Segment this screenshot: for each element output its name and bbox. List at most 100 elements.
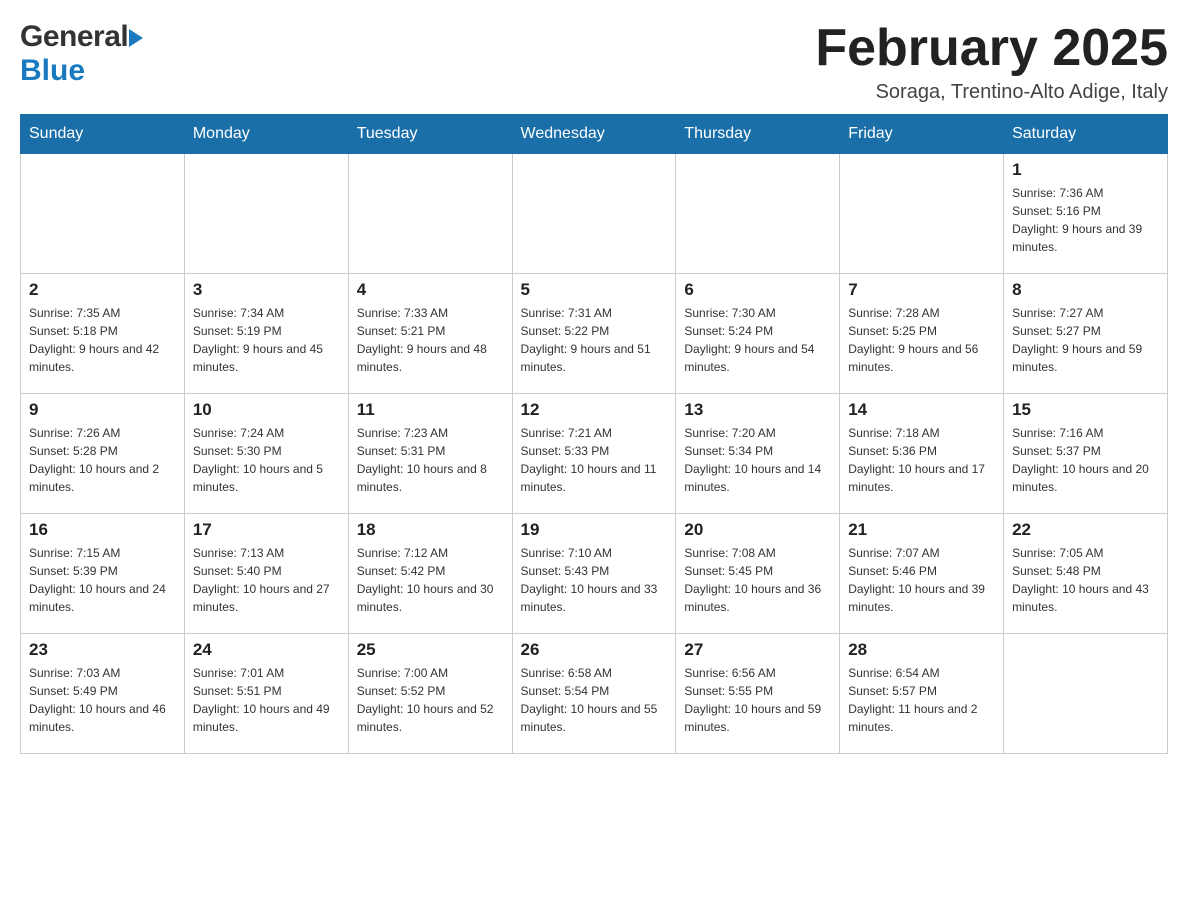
calendar-cell: 22Sunrise: 7:05 AMSunset: 5:48 PMDayligh… bbox=[1004, 514, 1168, 634]
week-row-2: 2 Sunrise: 7:35 AMSunset: 5:18 PMDaylight… bbox=[21, 274, 1168, 394]
calendar-table: SundayMondayTuesdayWednesdayThursdayFrid… bbox=[20, 114, 1168, 754]
day-number: 26 bbox=[521, 640, 668, 660]
calendar-cell: 25 Sunrise: 7:00 AMSunset: 5:52 PMDayligh… bbox=[348, 634, 512, 754]
calendar-cell: 4 Sunrise: 7:33 AMSunset: 5:21 PMDaylight… bbox=[348, 274, 512, 394]
day-info: Sunrise: 7:18 AMSunset: 5:36 PMDaylight:… bbox=[848, 424, 995, 496]
day-info: Sunrise: 7:35 AMSunset: 5:18 PMDaylight:… bbox=[29, 304, 176, 376]
week-row-4: 16 Sunrise: 7:15 AMSunset: 5:39 PMDayligh… bbox=[21, 514, 1168, 634]
day-info: Sunrise: 6:54 AMSunset: 5:57 PMDaylight:… bbox=[848, 664, 995, 736]
day-number: 19 bbox=[521, 520, 668, 540]
calendar-cell: 8 Sunrise: 7:27 AMSunset: 5:27 PMDaylight… bbox=[1004, 274, 1168, 394]
calendar-cell bbox=[676, 154, 840, 274]
day-number: 4 bbox=[357, 280, 504, 300]
calendar-cell bbox=[21, 154, 185, 274]
day-info: Sunrise: 7:33 AMSunset: 5:21 PMDaylight:… bbox=[357, 304, 504, 376]
calendar-cell: 1 Sunrise: 7:36 AMSunset: 5:16 PMDaylight… bbox=[1004, 154, 1168, 274]
calendar-cell: 2 Sunrise: 7:35 AMSunset: 5:18 PMDaylight… bbox=[21, 274, 185, 394]
weekday-header-tuesday: Tuesday bbox=[348, 115, 512, 154]
calendar-cell: 15 Sunrise: 7:16 AMSunset: 5:37 PMDayligh… bbox=[1004, 394, 1168, 514]
calendar-cell bbox=[348, 154, 512, 274]
day-number: 20 bbox=[684, 520, 831, 540]
weekday-header-thursday: Thursday bbox=[676, 115, 840, 154]
day-info: Sunrise: 7:31 AMSunset: 5:22 PMDaylight:… bbox=[521, 304, 668, 376]
day-number: 18 bbox=[357, 520, 504, 540]
day-info: Sunrise: 7:15 AMSunset: 5:39 PMDaylight:… bbox=[29, 544, 176, 616]
month-title: February 2025 bbox=[815, 20, 1168, 77]
day-number: 17 bbox=[193, 520, 340, 540]
calendar-cell: 3Sunrise: 7:34 AMSunset: 5:19 PMDaylight… bbox=[184, 274, 348, 394]
calendar-cell bbox=[840, 154, 1004, 274]
calendar-cell: 6 Sunrise: 7:30 AMSunset: 5:24 PMDaylight… bbox=[676, 274, 840, 394]
day-number: 24 bbox=[193, 640, 340, 660]
calendar-cell: 23 Sunrise: 7:03 AMSunset: 5:49 PMDayligh… bbox=[21, 634, 185, 754]
day-info: Sunrise: 7:21 AMSunset: 5:33 PMDaylight:… bbox=[521, 424, 668, 496]
day-info: Sunrise: 6:58 AMSunset: 5:54 PMDaylight:… bbox=[521, 664, 668, 736]
day-number: 28 bbox=[848, 640, 995, 660]
week-row-3: 9 Sunrise: 7:26 AMSunset: 5:28 PMDaylight… bbox=[21, 394, 1168, 514]
day-number: 25 bbox=[357, 640, 504, 660]
location-subtitle: Soraga, Trentino-Alto Adige, Italy bbox=[815, 81, 1168, 104]
week-row-5: 23 Sunrise: 7:03 AMSunset: 5:49 PMDayligh… bbox=[21, 634, 1168, 754]
logo-blue-text: Blue bbox=[20, 54, 85, 87]
week-row-1: 1 Sunrise: 7:36 AMSunset: 5:16 PMDaylight… bbox=[21, 154, 1168, 274]
day-info: Sunrise: 7:12 AMSunset: 5:42 PMDaylight:… bbox=[357, 544, 504, 616]
day-number: 23 bbox=[29, 640, 176, 660]
day-number: 9 bbox=[29, 400, 176, 420]
day-info: Sunrise: 7:08 AMSunset: 5:45 PMDaylight:… bbox=[684, 544, 831, 616]
weekday-header-wednesday: Wednesday bbox=[512, 115, 676, 154]
weekday-header-sunday: Sunday bbox=[21, 115, 185, 154]
day-info: Sunrise: 7:28 AMSunset: 5:25 PMDaylight:… bbox=[848, 304, 995, 376]
day-info: Sunrise: 7:00 AMSunset: 5:52 PMDaylight:… bbox=[357, 664, 504, 736]
calendar-cell: 7 Sunrise: 7:28 AMSunset: 5:25 PMDaylight… bbox=[840, 274, 1004, 394]
calendar-cell: 24 Sunrise: 7:01 AMSunset: 5:51 PMDayligh… bbox=[184, 634, 348, 754]
day-info: Sunrise: 6:56 AMSunset: 5:55 PMDaylight:… bbox=[684, 664, 831, 736]
calendar-cell bbox=[1004, 634, 1168, 754]
day-number: 5 bbox=[521, 280, 668, 300]
day-number: 8 bbox=[1012, 280, 1159, 300]
day-info: Sunrise: 7:30 AMSunset: 5:24 PMDaylight:… bbox=[684, 304, 831, 376]
page-header: General Blue February 2025 Soraga, Trent… bbox=[20, 20, 1168, 104]
calendar-cell: 27 Sunrise: 6:56 AMSunset: 5:55 PMDayligh… bbox=[676, 634, 840, 754]
calendar-cell: 18 Sunrise: 7:12 AMSunset: 5:42 PMDayligh… bbox=[348, 514, 512, 634]
calendar-cell bbox=[184, 154, 348, 274]
weekday-header-friday: Friday bbox=[840, 115, 1004, 154]
day-info: Sunrise: 7:20 AMSunset: 5:34 PMDaylight:… bbox=[684, 424, 831, 496]
calendar-cell: 19 Sunrise: 7:10 AMSunset: 5:43 PMDayligh… bbox=[512, 514, 676, 634]
title-block: February 2025 Soraga, Trentino-Alto Adig… bbox=[815, 20, 1168, 104]
day-number: 7 bbox=[848, 280, 995, 300]
day-number: 21 bbox=[848, 520, 995, 540]
day-number: 27 bbox=[684, 640, 831, 660]
logo-arrow-icon bbox=[129, 29, 143, 47]
day-number: 1 bbox=[1012, 160, 1159, 180]
day-number: 16 bbox=[29, 520, 176, 540]
day-number: 12 bbox=[521, 400, 668, 420]
day-info: Sunrise: 7:16 AMSunset: 5:37 PMDaylight:… bbox=[1012, 424, 1159, 496]
calendar-cell: 5 Sunrise: 7:31 AMSunset: 5:22 PMDaylight… bbox=[512, 274, 676, 394]
weekday-header-monday: Monday bbox=[184, 115, 348, 154]
weekday-header-saturday: Saturday bbox=[1004, 115, 1168, 154]
calendar-cell: 14Sunrise: 7:18 AMSunset: 5:36 PMDayligh… bbox=[840, 394, 1004, 514]
day-info: Sunrise: 7:10 AMSunset: 5:43 PMDaylight:… bbox=[521, 544, 668, 616]
day-number: 6 bbox=[684, 280, 831, 300]
calendar-cell: 21 Sunrise: 7:07 AMSunset: 5:46 PMDayligh… bbox=[840, 514, 1004, 634]
calendar-cell: 11 Sunrise: 7:23 AMSunset: 5:31 PMDayligh… bbox=[348, 394, 512, 514]
day-info: Sunrise: 7:13 AMSunset: 5:40 PMDaylight:… bbox=[193, 544, 340, 616]
day-info: Sunrise: 7:07 AMSunset: 5:46 PMDaylight:… bbox=[848, 544, 995, 616]
calendar-cell: 12 Sunrise: 7:21 AMSunset: 5:33 PMDayligh… bbox=[512, 394, 676, 514]
day-info: Sunrise: 7:01 AMSunset: 5:51 PMDaylight:… bbox=[193, 664, 340, 736]
calendar-cell: 20 Sunrise: 7:08 AMSunset: 5:45 PMDayligh… bbox=[676, 514, 840, 634]
calendar-cell: 28 Sunrise: 6:54 AMSunset: 5:57 PMDayligh… bbox=[840, 634, 1004, 754]
day-info: Sunrise: 7:03 AMSunset: 5:49 PMDaylight:… bbox=[29, 664, 176, 736]
day-number: 3 bbox=[193, 280, 340, 300]
logo: General Blue bbox=[20, 20, 143, 88]
day-info: Sunrise: 7:27 AMSunset: 5:27 PMDaylight:… bbox=[1012, 304, 1159, 376]
calendar-cell: 10Sunrise: 7:24 AMSunset: 5:30 PMDayligh… bbox=[184, 394, 348, 514]
calendar-cell: 26 Sunrise: 6:58 AMSunset: 5:54 PMDayligh… bbox=[512, 634, 676, 754]
day-number: 15 bbox=[1012, 400, 1159, 420]
day-info: Sunrise: 7:23 AMSunset: 5:31 PMDaylight:… bbox=[357, 424, 504, 496]
day-info: Sunrise: 7:26 AMSunset: 5:28 PMDaylight:… bbox=[29, 424, 176, 496]
day-number: 11 bbox=[357, 400, 504, 420]
day-number: 2 bbox=[29, 280, 176, 300]
day-number: 10 bbox=[193, 400, 340, 420]
day-info: Sunrise: 7:36 AMSunset: 5:16 PMDaylight:… bbox=[1012, 184, 1159, 256]
